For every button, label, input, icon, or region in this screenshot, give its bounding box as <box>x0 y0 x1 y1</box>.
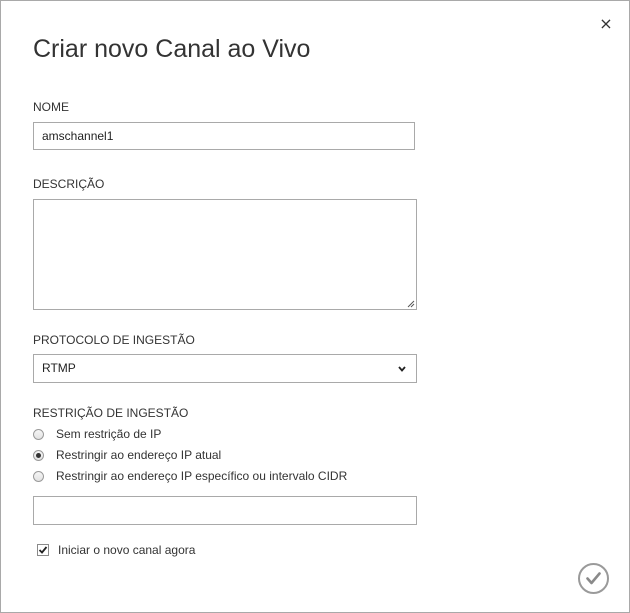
description-label: DESCRIÇÃO <box>33 177 105 191</box>
radio-label: Restringir ao endereço IP atual <box>56 448 222 462</box>
protocol-selected-value: RTMP <box>42 361 76 375</box>
radio-button[interactable] <box>33 449 44 461</box>
radio-label: Sem restrição de IP <box>56 427 162 441</box>
description-textarea[interactable] <box>33 199 417 310</box>
chevron-down-icon <box>398 366 406 372</box>
protocol-select[interactable]: RTMP <box>33 354 417 383</box>
start-now-label: Iniciar o novo canal agora <box>58 543 196 557</box>
checkmark-icon <box>38 546 48 554</box>
radio-button[interactable] <box>33 428 44 440</box>
create-live-channel-dialog: × Criar novo Canal ao Vivo NOME amschann… <box>0 0 630 613</box>
resize-grip-icon[interactable] <box>407 300 415 308</box>
confirm-button[interactable] <box>578 563 609 594</box>
protocol-label: PROTOCOLO DE INGESTÃO <box>33 333 195 347</box>
name-label: NOME <box>33 100 69 114</box>
radio-option-specific-ip[interactable]: Restringir ao endereço IP específico ou … <box>33 468 347 484</box>
name-input[interactable]: amschannel1 <box>33 122 415 150</box>
radio-option-no-restriction[interactable]: Sem restrição de IP <box>33 426 161 442</box>
checkmark-icon <box>586 572 601 585</box>
start-channel-now-option[interactable]: Iniciar o novo canal agora <box>37 542 195 558</box>
radio-option-current-ip[interactable]: Restringir ao endereço IP atual <box>33 447 221 463</box>
radio-button[interactable] <box>33 470 44 482</box>
radio-label: Restringir ao endereço IP específico ou … <box>56 469 348 483</box>
close-icon[interactable]: × <box>597 15 615 33</box>
start-now-checkbox[interactable] <box>37 544 49 556</box>
ip-range-input[interactable] <box>33 496 417 525</box>
restriction-label: RESTRIÇÃO DE INGESTÃO <box>33 406 189 420</box>
page-title: Criar novo Canal ao Vivo <box>33 35 311 63</box>
